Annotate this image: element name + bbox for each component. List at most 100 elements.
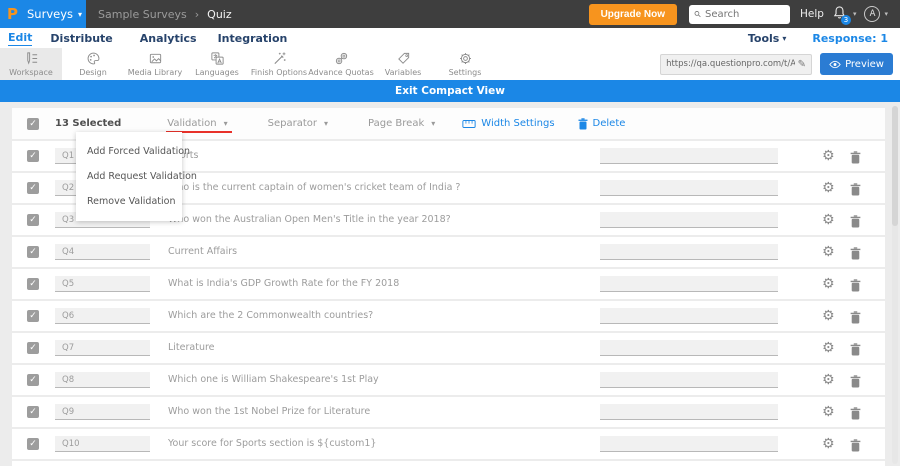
answer-input[interactable] — [600, 404, 778, 420]
question-text: Current Affairs — [168, 246, 238, 257]
answer-input[interactable] — [600, 276, 778, 292]
row-settings-gear-icon[interactable]: ⚙ — [822, 210, 835, 230]
question-row: ✓ What is India's GDP Growth Rate for th… — [12, 269, 885, 299]
row-settings-gear-icon[interactable]: ⚙ — [822, 242, 835, 262]
exit-compact-view-link[interactable]: Exit Compact View — [395, 85, 505, 97]
chevron-down-icon: ▾ — [324, 119, 329, 128]
tab-integration[interactable]: Integration — [218, 32, 288, 45]
bulk-delete-button[interactable]: Delete — [578, 117, 625, 130]
question-row: ✓ Your score for Sports section is ${cus… — [12, 429, 885, 459]
page-break-dropdown[interactable]: Page Break ▾ — [368, 118, 435, 129]
question-text: Literature — [168, 342, 215, 353]
row-settings-gear-icon[interactable]: ⚙ — [822, 274, 835, 294]
vertical-scrollbar[interactable] — [892, 106, 898, 464]
preview-label: Preview — [845, 58, 884, 70]
answer-input[interactable] — [600, 180, 778, 196]
tab-edit[interactable]: Edit — [8, 31, 33, 46]
question-code-input[interactable] — [55, 308, 150, 324]
row-delete-trash-icon[interactable] — [850, 373, 861, 392]
row-checkbox[interactable]: ✓ — [27, 214, 39, 226]
eye-icon — [829, 60, 841, 68]
select-all-checkbox[interactable]: ✓ — [27, 117, 39, 130]
menu-item-add-forced-validation[interactable]: Add Forced Validation — [76, 139, 190, 164]
tool-tab-design[interactable]: Design — [62, 48, 124, 80]
question-text: Who won the Australian Open Men's Title … — [168, 214, 451, 225]
tools-menu[interactable]: Tools — [748, 32, 779, 45]
question-row: ✓ Current Affairs ⚙ — [12, 237, 885, 267]
edit-url-icon[interactable]: ✎ — [798, 59, 806, 70]
row-delete-trash-icon[interactable] — [850, 437, 861, 456]
answer-input[interactable] — [600, 212, 778, 228]
row-delete-trash-icon[interactable] — [850, 213, 861, 232]
row-settings-gear-icon[interactable]: ⚙ — [822, 370, 835, 390]
row-checkbox[interactable]: ✓ — [27, 438, 39, 450]
row-delete-trash-icon[interactable] — [850, 341, 861, 360]
response-count-link[interactable]: Response: 1 — [812, 32, 888, 45]
row-checkbox[interactable]: ✓ — [27, 150, 39, 162]
answer-input[interactable] — [600, 244, 778, 260]
row-settings-gear-icon[interactable]: ⚙ — [822, 306, 835, 326]
row-delete-trash-icon[interactable] — [850, 181, 861, 200]
question-code-input[interactable] — [55, 404, 150, 420]
row-delete-trash-icon[interactable] — [850, 309, 861, 328]
question-code-input[interactable] — [55, 372, 150, 388]
row-checkbox[interactable]: ✓ — [27, 374, 39, 386]
row-settings-gear-icon[interactable]: ⚙ — [822, 338, 835, 358]
surveys-menu-button[interactable]: P Surveys ▾ — [0, 0, 86, 28]
row-delete-trash-icon[interactable] — [850, 277, 861, 296]
validation-dropdown[interactable]: Validation ▾ — [166, 118, 232, 133]
separator-dropdown[interactable]: Separator ▾ — [268, 118, 328, 129]
row-checkbox[interactable]: ✓ — [27, 406, 39, 418]
answer-input[interactable] — [600, 372, 778, 388]
tab-analytics[interactable]: Analytics — [140, 32, 197, 45]
tool-tab-settings[interactable]: Settings — [434, 48, 496, 80]
notifications-button[interactable]: 3 — [832, 5, 851, 25]
tool-tab-advance-quotas[interactable]: Advance Quotas — [308, 48, 374, 80]
search-box[interactable] — [689, 4, 791, 24]
row-settings-gear-icon[interactable]: ⚙ — [822, 178, 835, 198]
menu-item-remove-validation[interactable]: Remove Validation — [76, 189, 182, 214]
chevron-down-icon: ▾ — [78, 9, 83, 19]
trash-icon — [578, 117, 588, 129]
help-link[interactable]: Help — [800, 8, 824, 20]
tool-tab-languages[interactable]: Languages — [186, 48, 248, 80]
row-settings-gear-icon[interactable]: ⚙ — [822, 434, 835, 454]
search-input[interactable] — [705, 8, 786, 20]
question-row: ✓ Who won the 1st Nobel Prize for Litera… — [12, 397, 885, 427]
chevron-down-icon[interactable]: ▾ — [884, 10, 888, 18]
answer-input[interactable] — [600, 148, 778, 164]
question-code-input[interactable] — [55, 340, 150, 356]
row-settings-gear-icon[interactable]: ⚙ — [822, 146, 835, 166]
tab-distribute[interactable]: Distribute — [50, 32, 112, 45]
row-settings-gear-icon[interactable]: ⚙ — [822, 402, 835, 422]
row-checkbox[interactable]: ✓ — [27, 310, 39, 322]
upgrade-now-button[interactable]: Upgrade Now — [588, 3, 678, 25]
design-icon — [87, 52, 99, 65]
tool-tab-workspace[interactable]: Workspace — [0, 48, 62, 80]
preview-button[interactable]: Preview — [820, 53, 893, 75]
breadcrumb-parent[interactable]: Sample Surveys — [98, 8, 187, 21]
avatar[interactable]: A — [864, 6, 881, 22]
row-delete-trash-icon[interactable] — [850, 245, 861, 264]
row-delete-trash-icon[interactable] — [850, 149, 861, 168]
tool-tab-variables[interactable]: Variables — [372, 48, 434, 80]
chevron-down-icon[interactable]: ▾ — [853, 10, 857, 18]
answer-input[interactable] — [600, 436, 778, 452]
width-settings-button[interactable]: Width Settings — [462, 118, 555, 129]
question-code-input[interactable] — [55, 276, 150, 292]
tool-tab-finish-options[interactable]: Finish Options — [248, 48, 310, 80]
answer-input[interactable] — [600, 308, 778, 324]
answer-input[interactable] — [600, 340, 778, 356]
scrollbar-thumb[interactable] — [892, 106, 898, 226]
row-checkbox[interactable]: ✓ — [27, 278, 39, 290]
row-checkbox[interactable]: ✓ — [27, 342, 39, 354]
question-code-input[interactable] — [55, 244, 150, 260]
row-checkbox[interactable]: ✓ — [27, 246, 39, 258]
row-checkbox[interactable]: ✓ — [27, 182, 39, 194]
question-code-input[interactable] — [55, 436, 150, 452]
menu-item-add-request-validation[interactable]: Add Request Validation — [76, 164, 197, 189]
row-delete-trash-icon[interactable] — [850, 405, 861, 424]
tool-tab-media-library[interactable]: Media Library — [124, 48, 186, 80]
variables-icon — [397, 52, 409, 64]
survey-url-input[interactable] — [666, 59, 795, 69]
